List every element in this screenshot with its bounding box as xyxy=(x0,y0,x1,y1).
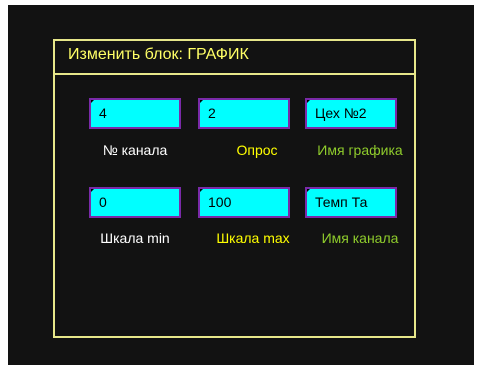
scale-max-label: Шкала max xyxy=(216,230,290,246)
field-corner-marker xyxy=(91,100,96,105)
field-corner-marker xyxy=(307,189,312,194)
channel-number-label: № канала xyxy=(102,142,168,158)
chart-name-value: Цех №2 xyxy=(315,105,367,121)
poll-value: 2 xyxy=(208,105,216,121)
scale-min-label: Шкала min xyxy=(100,230,170,246)
poll-label: Опрос xyxy=(236,142,278,158)
field-corner-marker xyxy=(307,100,312,105)
dialog-title: Изменить блок: ГРАФИК xyxy=(68,46,249,63)
channel-name-value: Темп Та xyxy=(315,194,368,210)
channel-name-field[interactable]: Темп Та xyxy=(305,187,397,218)
channel-name-label: Имя канала xyxy=(321,230,399,246)
scale-min-field[interactable]: 0 xyxy=(89,187,181,218)
field-corner-marker xyxy=(200,189,205,194)
chart-name-field[interactable]: Цех №2 xyxy=(305,98,397,129)
poll-field[interactable]: 2 xyxy=(198,98,290,129)
channel-number-value: 4 xyxy=(99,105,107,121)
chart-name-label: Имя графика xyxy=(317,142,403,158)
dialog-title-bar: Изменить блок: ГРАФИК xyxy=(55,41,414,75)
channel-number-field[interactable]: 4 xyxy=(89,98,181,129)
field-corner-marker xyxy=(200,100,205,105)
scale-min-value: 0 xyxy=(99,194,107,210)
field-corner-marker xyxy=(91,189,96,194)
scale-max-field[interactable]: 100 xyxy=(198,187,290,218)
scale-max-value: 100 xyxy=(208,194,232,210)
